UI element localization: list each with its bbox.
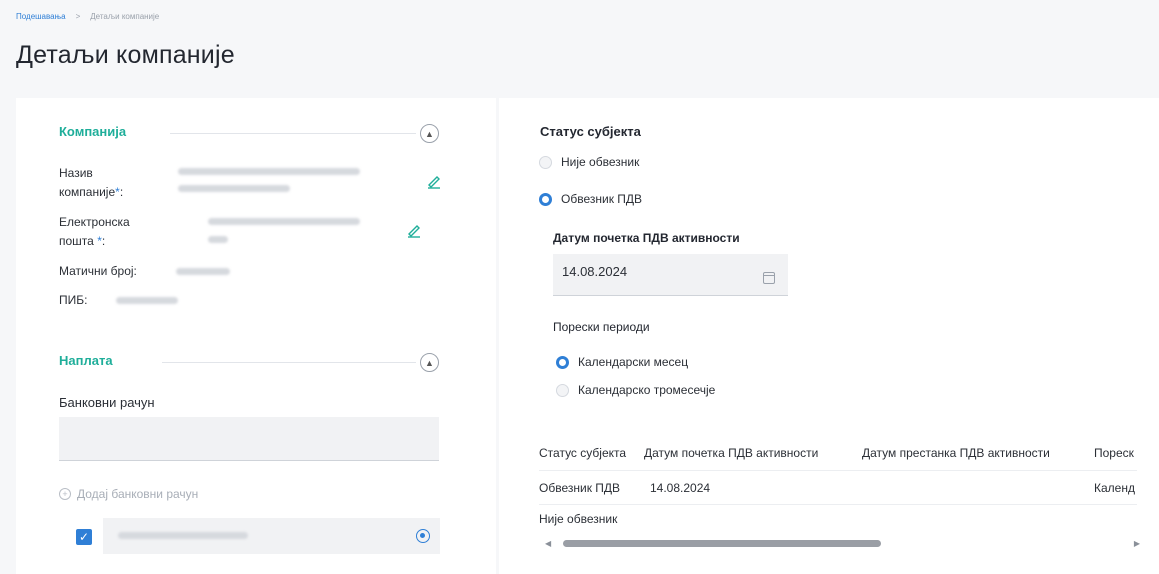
scrollbar-thumb[interactable]	[563, 540, 881, 547]
column-header[interactable]: Пореск	[1094, 446, 1137, 460]
table-header-row: Статус субјекта Датум почетка ПДВ активн…	[539, 435, 1137, 471]
billing-section-title: Наплата	[59, 353, 113, 368]
radio-vat-payer[interactable]: Обвезник ПДВ	[539, 192, 642, 206]
radio-calendar-month[interactable]: Календарски месец	[556, 355, 688, 369]
vat-start-label: Датум почетка ПДВ активности	[553, 231, 740, 245]
table-cell: Календ	[1094, 480, 1135, 495]
chevron-up-icon: ▲	[425, 357, 434, 368]
table-row[interactable]: Обвезник ПДВ 14.08.2024 Календ	[539, 471, 1137, 505]
pib-value-redacted	[116, 297, 178, 304]
collapse-billing-button[interactable]: ▲	[420, 353, 439, 372]
company-section-header: Компанија	[59, 124, 126, 139]
radio-circle	[556, 383, 569, 397]
collapse-company-button[interactable]: ▲	[420, 124, 439, 143]
pib-label: ПИБ:	[59, 293, 88, 307]
scroll-left-arrow-icon[interactable]: ◀	[545, 539, 551, 548]
edit-email-icon[interactable]	[406, 222, 422, 238]
table-cell: Обвезник ПДВ	[539, 480, 621, 495]
radio-circle-checked	[556, 355, 569, 369]
bank-account-checkbox[interactable]: ✓	[76, 529, 92, 545]
bank-account-label: Банковни рачун	[59, 395, 155, 410]
company-divider	[170, 133, 416, 134]
billing-section-header: Наплата	[59, 353, 113, 368]
radio-calendar-quarter[interactable]: Календарско тромесечје	[556, 383, 715, 397]
breadcrumb: Подешавања > Детаљи компаније	[16, 12, 159, 21]
table-row[interactable]: Није обвезник	[539, 512, 617, 526]
table-horizontal-scrollbar[interactable]: ◀ ▶	[545, 537, 1140, 549]
breadcrumb-current: Детаљи компаније	[90, 12, 160, 21]
company-name-value-redacted	[178, 168, 360, 175]
column-header[interactable]: Датум почетка ПДВ активности	[644, 446, 862, 460]
bank-account-value-redacted	[118, 532, 248, 539]
radio-circle-checked	[539, 192, 552, 206]
column-header[interactable]: Статус субјекта	[539, 446, 644, 460]
status-history-table: Статус субјекта Датум почетка ПДВ активн…	[539, 435, 1137, 505]
plus-circle-icon: +	[59, 488, 71, 500]
edit-company-name-icon[interactable]	[426, 173, 442, 189]
registration-number-value-redacted	[176, 268, 230, 275]
company-name-value-redacted-2	[178, 185, 290, 192]
registration-number-label: Матични број:	[59, 264, 137, 278]
email-label: Електронска пошта *:	[59, 215, 130, 248]
company-section-title: Компанија	[59, 124, 127, 139]
tax-periods-label: Порески периоди	[553, 320, 650, 334]
radio-not-vat[interactable]: Није обвезник	[539, 155, 639, 169]
page-title: Детаљи компаније	[16, 41, 235, 69]
billing-divider	[162, 362, 416, 363]
email-value-redacted-2	[208, 236, 228, 243]
email-value-redacted	[208, 218, 360, 225]
chevron-up-icon: ▲	[425, 128, 434, 139]
breadcrumb-separator: >	[75, 12, 81, 21]
radio-circle	[539, 155, 552, 169]
add-bank-account-button[interactable]: + Додај банковни рачун	[59, 487, 198, 501]
vat-start-date-value: 14.08.2024	[562, 264, 628, 279]
table-cell: 14.08.2024	[650, 480, 711, 495]
column-header[interactable]: Датум престанка ПДВ активности	[862, 446, 1094, 460]
scroll-right-arrow-icon[interactable]: ▶	[1134, 539, 1140, 548]
status-title: Статус субјекта	[540, 124, 641, 139]
account-action-icon[interactable]	[416, 529, 430, 543]
bank-account-input[interactable]	[59, 417, 439, 461]
company-name-label: Назив компаније*:	[59, 166, 124, 199]
checkmark-icon: ✓	[78, 530, 90, 544]
breadcrumb-settings-link[interactable]: Подешавања	[16, 12, 66, 21]
calendar-icon[interactable]	[763, 272, 775, 284]
